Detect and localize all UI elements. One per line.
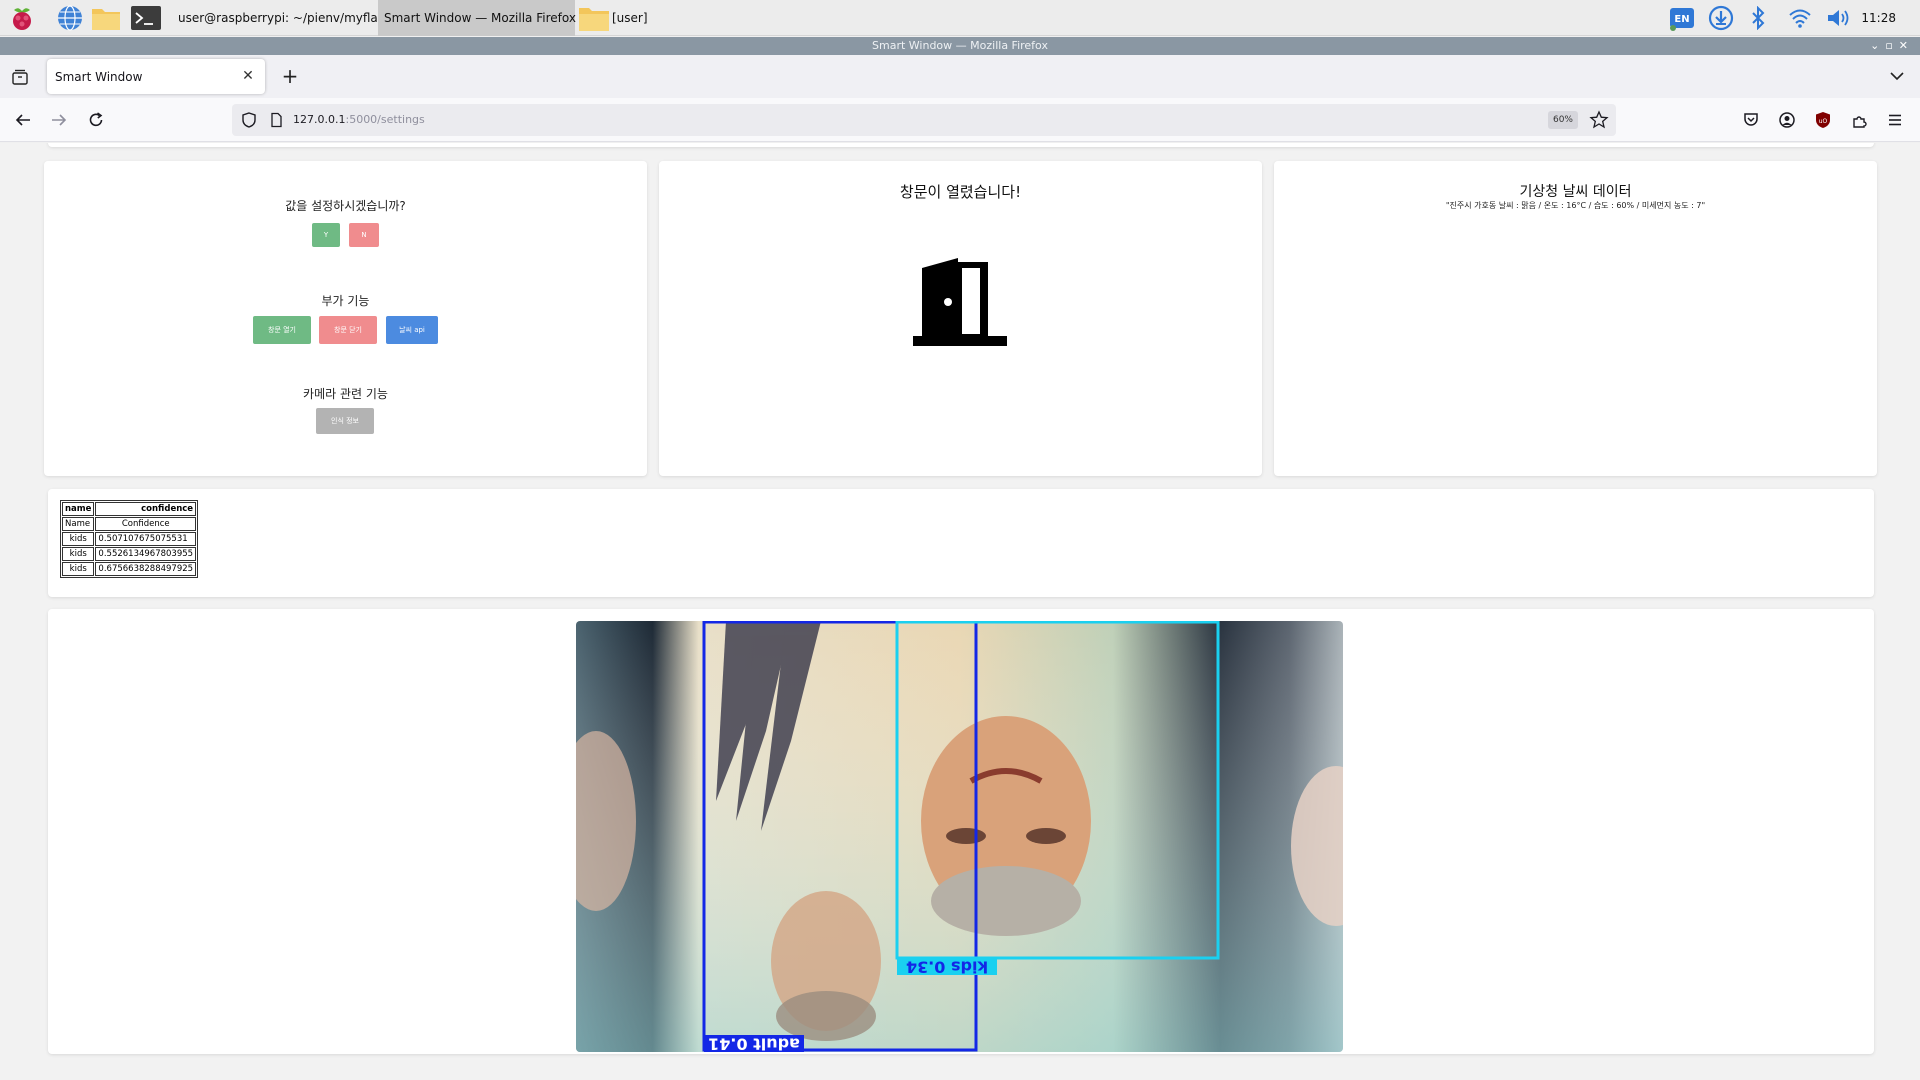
terminal-icon[interactable] xyxy=(131,3,161,33)
detection-label-adult: adult 0.41 xyxy=(708,1035,800,1053)
tab-label: Smart Window xyxy=(55,69,143,84)
settings-card: 값을 설정하시겠습니까? Y N 부가 기능 창문 열기 창문 닫기 날씨 ap… xyxy=(44,161,647,476)
firefox-view-icon[interactable] xyxy=(10,67,30,87)
prediction-table: name confidence Name Confidence kids 0.5… xyxy=(60,500,199,578)
navigation-toolbar: 127.0.0.1:5000/settings 60% uO xyxy=(0,98,1920,142)
cell-confidence: 0.507107675075531 xyxy=(95,532,197,546)
yes-button[interactable]: Y xyxy=(312,223,340,247)
camera-feed-card: kids 0.34 adult 0.41 xyxy=(48,609,1874,1054)
url-host: 127.0.0.1 xyxy=(293,113,346,126)
arrow-right-icon xyxy=(52,114,67,126)
window-status-title: 창문이 열렸습니다! xyxy=(899,183,1022,201)
cell-name: kids xyxy=(62,562,95,576)
url-path: :5000/settings xyxy=(345,113,425,126)
reload-button[interactable] xyxy=(84,108,108,132)
no-button[interactable]: N xyxy=(349,223,379,247)
extra-features-heading: 부가 기능 xyxy=(321,294,370,308)
taskbar-firefox-label: Smart Window — Mozilla Firefox xyxy=(384,11,576,25)
taskbar-files-label: [user] xyxy=(612,11,648,25)
extensions-icon[interactable] xyxy=(1847,108,1871,132)
pocket-icon[interactable] xyxy=(1739,108,1763,132)
taskbar-firefox-window[interactable]: Smart Window — Mozilla Firefox xyxy=(378,0,576,36)
language-label: EN xyxy=(1674,14,1689,25)
url-bar[interactable]: 127.0.0.1:5000/settings 60% xyxy=(232,104,1616,136)
folder-icon xyxy=(579,8,609,31)
close-tab-icon[interactable]: ✕ xyxy=(239,67,257,85)
minimize-icon[interactable]: ⌄ xyxy=(1870,39,1885,52)
clock: 11:28 xyxy=(1861,11,1896,25)
camera-features-heading: 카메라 관련 기능 xyxy=(303,387,388,401)
table-header-row: name confidence xyxy=(62,502,197,516)
page-content: 값을 설정하시겠습니까? Y N 부가 기능 창문 열기 창문 닫기 날씨 ap… xyxy=(0,143,1920,1080)
prediction-table-card: name confidence Name Confidence kids 0.5… xyxy=(48,489,1874,597)
raspberry-menu-icon[interactable] xyxy=(7,3,37,33)
window-title: Smart Window — Mozilla Firefox xyxy=(872,39,1048,52)
close-window-button[interactable]: 창문 닫기 xyxy=(319,316,377,344)
column-header-confidence: confidence xyxy=(95,502,197,516)
tab-strip: Smart Window ✕ + xyxy=(0,55,1920,98)
taskbar-terminal-label: user@raspberrypi: ~/pienv/myfla… xyxy=(178,11,390,25)
recognition-info-button[interactable]: 인식 정보 xyxy=(316,408,374,434)
window-status-card: 창문이 열렸습니다! xyxy=(659,161,1262,476)
maximize-icon[interactable]: ▫ xyxy=(1885,39,1898,52)
ublock-extension-icon[interactable]: uO xyxy=(1811,108,1835,132)
cell-confidence: Confidence xyxy=(95,517,197,531)
download-icon[interactable] xyxy=(1706,3,1736,33)
bookmark-star-icon[interactable] xyxy=(1589,110,1609,130)
os-taskbar: user@raspberrypi: ~/pienv/myfla… Smart W… xyxy=(0,0,1920,36)
volume-icon[interactable] xyxy=(1824,3,1854,33)
cell-confidence: 0.6756638288497925 xyxy=(95,562,197,576)
cell-confidence: 0.5526134967803955 xyxy=(95,547,197,561)
weather-card: 기상청 날씨 데이터 "진주시 가호동 날씨 : 맑음 / 온도 : 16°C … xyxy=(1274,161,1877,476)
table-row: kids 0.507107675075531 xyxy=(62,532,197,546)
new-tab-button[interactable]: + xyxy=(279,65,301,87)
weather-api-button[interactable]: 날씨 api xyxy=(386,316,438,344)
close-window-icon[interactable]: ✕ xyxy=(1899,39,1914,52)
tracking-protection-shield-icon[interactable] xyxy=(240,111,258,129)
column-header-name: name xyxy=(62,502,95,516)
wifi-icon[interactable] xyxy=(1786,3,1814,33)
bluetooth-icon[interactable] xyxy=(1746,3,1770,33)
taskbar-terminal-window[interactable]: user@raspberrypi: ~/pienv/myfla… xyxy=(176,0,390,36)
table-row: kids 0.6756638288497925 xyxy=(62,562,197,576)
file-manager-icon[interactable] xyxy=(91,3,121,33)
tab-smart-window[interactable]: Smart Window ✕ xyxy=(47,59,265,94)
zoom-level-button[interactable]: 60% xyxy=(1548,111,1578,129)
web-browser-icon[interactable] xyxy=(55,3,85,33)
taskbar-files-window[interactable]: [user] xyxy=(578,0,668,36)
window-controls: ⌄▫✕ xyxy=(1870,37,1914,55)
cell-name: kids xyxy=(62,532,95,546)
hamburger-menu-icon[interactable] xyxy=(1883,108,1907,132)
svg-text:uO: uO xyxy=(1819,118,1828,125)
cell-name: Name xyxy=(62,517,95,531)
top-card-edge xyxy=(48,143,1874,147)
keyboard-language-indicator[interactable]: EN xyxy=(1665,3,1699,33)
settings-question: 값을 설정하시겠습니까? xyxy=(285,199,406,213)
page-info-icon[interactable] xyxy=(268,112,284,128)
arrow-left-icon xyxy=(15,114,30,126)
door-open-icon xyxy=(913,258,1007,346)
detection-label-kids: kids 0.34 xyxy=(906,958,988,977)
camera-image: kids 0.34 adult 0.41 xyxy=(576,621,1343,1052)
weather-summary: "진주시 가호동 날씨 : 맑음 / 온도 : 16°C / 습도 : 60% … xyxy=(1445,201,1706,210)
forward-button[interactable] xyxy=(47,108,71,132)
cell-name: kids xyxy=(62,547,95,561)
table-row: Name Confidence xyxy=(62,517,197,531)
open-window-button[interactable]: 창문 열기 xyxy=(253,316,311,344)
reload-icon xyxy=(89,112,103,127)
url-text[interactable]: 127.0.0.1:5000/settings xyxy=(293,112,425,128)
weather-title: 기상청 날씨 데이터 xyxy=(1519,184,1632,200)
back-button[interactable] xyxy=(11,108,35,132)
window-title-bar: Smart Window — Mozilla Firefox ⌄▫✕ xyxy=(0,37,1920,55)
list-all-tabs-icon[interactable] xyxy=(1888,67,1906,85)
table-row: kids 0.5526134967803955 xyxy=(62,547,197,561)
account-icon[interactable] xyxy=(1775,108,1799,132)
